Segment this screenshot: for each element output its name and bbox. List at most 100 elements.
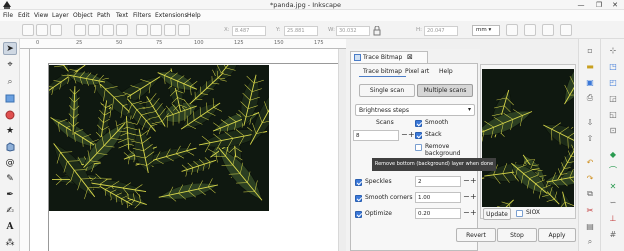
panda-leaf-image[interactable] — [49, 65, 269, 211]
text-tool-icon[interactable]: A — [3, 220, 17, 233]
tab-help[interactable]: Help — [435, 67, 457, 77]
smooth-corners-decrement-button[interactable]: − — [463, 192, 470, 202]
snap-guide-icon[interactable]: ⊥ — [608, 213, 618, 223]
snap-smooth-node-icon[interactable]: ∽ — [608, 197, 618, 207]
h-field[interactable]: 20.047 — [424, 26, 458, 36]
menu-layer[interactable]: Layer — [52, 12, 69, 19]
menu-filters[interactable]: Filters — [133, 12, 151, 19]
detection-mode-select[interactable]: Brightness steps ▾ — [355, 104, 475, 116]
zoom-tool-icon[interactable]: ⌕ — [3, 75, 17, 88]
menu-edit[interactable]: Edit — [18, 12, 30, 19]
optimize-input[interactable]: 0.20 — [415, 208, 461, 219]
snap-bbox-icon[interactable]: ◳ — [608, 61, 618, 71]
menu-object[interactable]: Object — [73, 12, 93, 19]
new-document-icon[interactable]: ▫ — [585, 45, 595, 55]
close-window-button[interactable]: ✕ — [606, 0, 624, 10]
rect-tool-icon[interactable] — [3, 92, 17, 105]
move-patterns-button[interactable] — [560, 24, 572, 36]
selector-tool-icon[interactable]: ➤ — [3, 42, 17, 55]
siox-checkbox[interactable] — [516, 210, 523, 217]
node-tool-icon[interactable]: ⌖ — [3, 58, 17, 71]
copy-icon[interactable]: ⧉ — [585, 189, 595, 199]
x-field[interactable]: 8.487 — [232, 26, 266, 36]
canvas[interactable] — [30, 49, 340, 251]
snap-path-icon[interactable]: ⌒ — [608, 165, 618, 175]
rotate-cw-button[interactable] — [88, 24, 100, 36]
flip-h-button[interactable] — [102, 24, 114, 36]
scans-input[interactable]: 8 — [353, 130, 399, 141]
scale-corners-button[interactable] — [524, 24, 536, 36]
snap-bbox-edge-icon[interactable]: ◰ — [608, 77, 618, 87]
rotate-ccw-button[interactable] — [74, 24, 86, 36]
y-field[interactable]: 25.881 — [284, 26, 318, 36]
save-icon[interactable]: ▣ — [585, 77, 595, 87]
vertical-scrollbar[interactable] — [338, 49, 346, 251]
spiral-tool-icon[interactable]: @ — [3, 156, 17, 169]
paste-icon[interactable]: ▤ — [585, 221, 595, 231]
snap-corner-icon[interactable]: ◲ — [608, 93, 618, 103]
update-button[interactable]: Update — [483, 208, 511, 220]
snap-intersection-icon[interactable]: ✕ — [608, 181, 618, 191]
multiple-scans-button[interactable]: Multiple scans — [417, 84, 473, 97]
calligraphy-tool-icon[interactable]: ✍ — [3, 204, 17, 217]
optimize-decrement-button[interactable]: − — [463, 208, 470, 218]
move-gradients-button[interactable] — [542, 24, 554, 36]
menu-file[interactable]: File — [3, 12, 13, 19]
lock-icon[interactable] — [373, 26, 381, 36]
scans-decrement-button[interactable]: − — [401, 130, 408, 140]
snap-midpoint-icon[interactable]: ◱ — [608, 109, 618, 119]
snap-grid-icon[interactable]: # — [608, 229, 618, 239]
flip-v-button[interactable] — [116, 24, 128, 36]
trace-bitmap-tab-header[interactable]: Trace Bitmap ⊠ — [350, 51, 428, 63]
zoom-icon[interactable]: ⌕ — [585, 237, 595, 247]
speckles-input[interactable]: 2 — [415, 176, 461, 187]
star-tool-icon[interactable]: ★ — [3, 124, 17, 137]
select-all-layers-button[interactable] — [36, 24, 48, 36]
lower-bottom-button[interactable] — [178, 24, 190, 36]
raise-top-button[interactable] — [136, 24, 148, 36]
optimize-increment-button[interactable]: + — [470, 208, 477, 218]
undo-icon[interactable]: ↶ — [585, 157, 595, 167]
circle-tool-icon[interactable] — [3, 108, 17, 121]
optimize-checkbox[interactable] — [355, 211, 362, 218]
menu-view[interactable]: View — [34, 12, 48, 19]
smooth-corners-input[interactable]: 1.00 — [415, 192, 461, 203]
pen-tool-icon[interactable]: ✒ — [3, 188, 17, 201]
speckles-checkbox[interactable] — [355, 179, 362, 186]
snap-nodes-icon[interactable]: ◆ — [608, 149, 618, 159]
smooth-corners-increment-button[interactable]: + — [470, 192, 477, 202]
minimize-button[interactable]: — — [572, 0, 590, 10]
revert-button[interactable]: Revert — [456, 228, 496, 242]
stack-checkbox[interactable] — [415, 132, 422, 139]
apply-button[interactable]: Apply — [538, 228, 576, 242]
scale-stroke-button[interactable] — [506, 24, 518, 36]
tab-trace-bitmap[interactable]: Trace bitmap — [359, 67, 406, 77]
scans-increment-button[interactable]: + — [408, 130, 415, 140]
select-all-button[interactable] — [22, 24, 34, 36]
export-icon[interactable]: ⇧ — [585, 133, 595, 143]
smooth-checkbox[interactable] — [415, 120, 422, 127]
close-panel-icon[interactable]: ⊠ — [407, 53, 413, 61]
menu-path[interactable]: Path — [97, 12, 110, 19]
import-icon[interactable]: ⇩ — [585, 117, 595, 127]
tab-pixel-art[interactable]: Pixel art — [401, 67, 433, 77]
cut-icon[interactable]: ✂ — [585, 205, 595, 215]
spray-tool-icon[interactable]: ⁂ — [3, 236, 17, 249]
snap-center-icon[interactable]: ⊡ — [608, 125, 618, 135]
unit-select[interactable]: mm ▾ — [472, 25, 500, 36]
remove-background-checkbox[interactable] — [415, 144, 422, 151]
speckles-decrement-button[interactable]: − — [463, 176, 470, 186]
print-icon[interactable]: ⎙ — [585, 93, 595, 103]
menu-help[interactable]: Help — [187, 12, 201, 19]
menu-text[interactable]: Text — [116, 12, 128, 19]
deselect-button[interactable] — [50, 24, 62, 36]
snap-toggle-icon[interactable]: ⊹ — [608, 45, 618, 55]
speckles-increment-button[interactable]: + — [470, 176, 477, 186]
menu-extensions[interactable]: Extensions — [155, 12, 188, 19]
w-field[interactable]: 30.032 — [336, 26, 370, 36]
open-folder-icon[interactable]: ▬ — [585, 61, 595, 71]
single-scan-button[interactable]: Single scan — [359, 84, 415, 97]
smooth-corners-checkbox[interactable] — [355, 195, 362, 202]
stop-button[interactable]: Stop — [497, 228, 537, 242]
box3d-tool-icon[interactable] — [3, 140, 17, 153]
